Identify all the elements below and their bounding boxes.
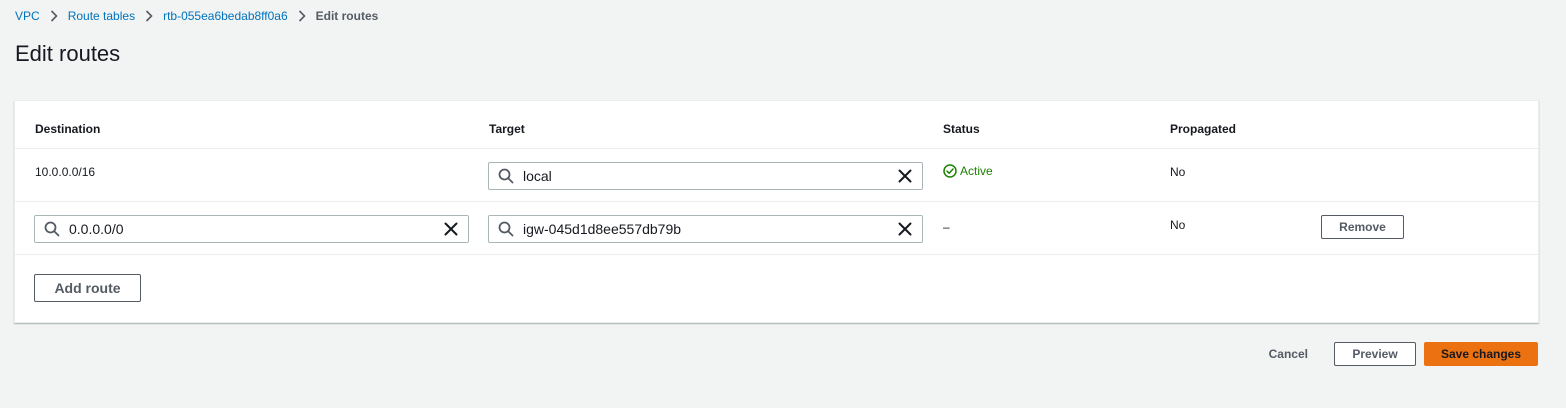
check-circle-icon bbox=[943, 164, 957, 178]
target-input[interactable] bbox=[523, 217, 895, 241]
remove-route-button[interactable]: Remove bbox=[1321, 215, 1404, 239]
status-label: Active bbox=[960, 164, 993, 178]
breadcrumb-route-table-id[interactable]: rtb-055ea6bedab8ff0a6 bbox=[163, 8, 288, 24]
cancel-button[interactable]: Cancel bbox=[1269, 347, 1308, 361]
status-badge: Active bbox=[943, 164, 993, 178]
breadcrumb-current: Edit routes bbox=[315, 9, 379, 23]
target-input[interactable] bbox=[523, 164, 895, 188]
breadcrumb-route-tables[interactable]: Route tables bbox=[68, 8, 135, 24]
breadcrumb-vpc[interactable]: VPC bbox=[15, 8, 40, 24]
close-icon[interactable] bbox=[895, 166, 915, 186]
chevron-right-icon bbox=[288, 10, 316, 22]
destination-input[interactable] bbox=[69, 217, 441, 241]
table-header: Destination Target Status Propagated bbox=[15, 101, 1538, 149]
page-title: Edit routes bbox=[15, 41, 121, 66]
column-header-status: Status bbox=[943, 122, 980, 136]
column-header-propagated: Propagated bbox=[1170, 122, 1237, 136]
propagated-value: No bbox=[1170, 165, 1186, 179]
chevron-right-icon bbox=[40, 10, 68, 22]
preview-button[interactable]: Preview bbox=[1334, 342, 1416, 366]
close-icon[interactable] bbox=[895, 219, 915, 239]
breadcrumb: VPC Route tables rtb-055ea6bedab8ff0a6 E… bbox=[15, 8, 378, 24]
search-icon bbox=[498, 221, 514, 237]
destination-field[interactable] bbox=[34, 215, 469, 243]
target-field[interactable] bbox=[488, 162, 923, 190]
column-header-destination: Destination bbox=[35, 122, 101, 136]
save-changes-button[interactable]: Save changes bbox=[1424, 342, 1538, 366]
propagated-value: No bbox=[1170, 218, 1186, 232]
target-field[interactable] bbox=[488, 215, 923, 243]
search-icon bbox=[498, 168, 514, 184]
destination-value: 10.0.0.0/16 bbox=[35, 165, 96, 179]
column-header-target: Target bbox=[489, 122, 525, 136]
routes-panel: Destination Target Status Propagated 10.… bbox=[14, 100, 1539, 323]
form-actions: Cancel Preview Save changes bbox=[1269, 342, 1538, 366]
chevron-right-icon bbox=[135, 10, 163, 22]
table-row: 10.0.0.0/16 Active No bbox=[15, 149, 1538, 202]
table-row: – No Remove bbox=[15, 202, 1538, 255]
search-icon bbox=[44, 221, 60, 237]
close-icon[interactable] bbox=[441, 219, 461, 239]
status-value: – bbox=[943, 220, 950, 234]
add-route-button[interactable]: Add route bbox=[34, 274, 141, 302]
